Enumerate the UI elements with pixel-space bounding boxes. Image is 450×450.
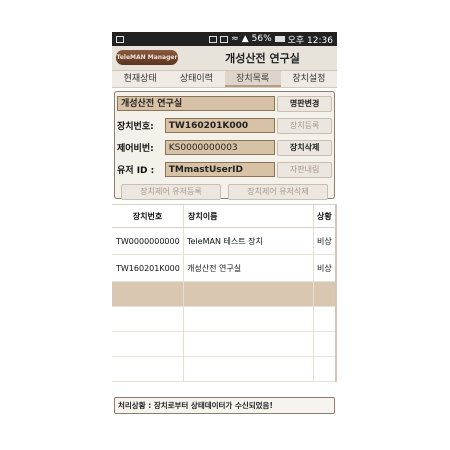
table-row-empty[interactable]	[112, 332, 337, 357]
header-device-name: 장치이름	[184, 205, 314, 227]
user-id-label: 유저 ID :	[117, 166, 155, 176]
tab-bar: 현재상태 상태이력 장치목록 장치설정	[112, 71, 337, 88]
image-icon	[116, 35, 124, 43]
table-row-empty[interactable]	[112, 307, 337, 332]
delete-device-button[interactable]: 장치삭제	[277, 139, 332, 156]
table-row[interactable]: TW0000000000 TeleMAN 테스트 장치 비상	[112, 228, 337, 255]
row-cell	[184, 307, 314, 331]
tab-device-list[interactable]: 장치목록	[224, 71, 281, 87]
battery-icon	[274, 36, 285, 42]
device-table: 장치번호 장치이름 상황 TW0000000000 TeleMAN 테스트 장치…	[112, 204, 337, 382]
row-cell	[314, 307, 337, 331]
tab-current-status[interactable]: 현재상태	[112, 71, 168, 87]
device-no-label: 장치번호:	[117, 122, 154, 132]
control-pw-field[interactable]: KS0000000003	[164, 140, 276, 155]
row-state: 비상	[317, 263, 332, 273]
page-title: 개성산전 연구실	[225, 52, 300, 65]
delete-user-button[interactable]: 장치제어 유저삭제	[228, 183, 328, 200]
app-logo[interactable]: TeleMAN Manager	[116, 50, 178, 65]
header-state: 상황	[317, 211, 332, 221]
row-device-no: TW0000000000	[112, 228, 184, 254]
status-bar: ≈ ▲ 56% 오후 12:36	[112, 32, 337, 46]
row-device-name: TeleMAN 테스트 장치	[184, 228, 314, 254]
rename-button[interactable]: 명판변경	[277, 95, 332, 112]
device-form-panel: 개성산전 연구실 명판변경 장치번호: TW160201K000 장치등록 제어…	[114, 91, 335, 200]
user-id-field[interactable]: TMmastUserID	[164, 162, 276, 177]
wifi-icon: ≈	[231, 34, 239, 44]
table-row-empty[interactable]	[112, 357, 337, 382]
signal-icon: ▲	[241, 34, 249, 44]
control-pw-label: 제어비번:	[117, 144, 154, 154]
tab-status-history[interactable]: 상태이력	[168, 71, 224, 87]
table-row-selected[interactable]	[112, 282, 337, 307]
battery-percent: 56%	[251, 34, 272, 44]
self-button[interactable]: 자판내림	[277, 161, 332, 178]
tab-device-settings[interactable]: 장치설정	[281, 71, 337, 87]
clock: 오후 12:36	[287, 35, 333, 46]
row-cell	[314, 332, 337, 356]
row-cell	[314, 357, 337, 381]
row-cell	[314, 282, 337, 306]
row-device-name: 개성산전 연구실	[184, 255, 314, 281]
register-device-button[interactable]: 장치등록	[277, 117, 332, 134]
row-device-no: TW160201K000	[112, 255, 184, 281]
row-cell	[112, 357, 184, 381]
device-name-field[interactable]: 개성산전 연구실	[117, 96, 276, 111]
phone-screen: ≈ ▲ 56% 오후 12:36 TeleMAN Manager 개성산전 연구…	[112, 32, 337, 415]
title-bar: TeleMAN Manager 개성산전 연구실	[112, 46, 337, 71]
row-cell	[112, 282, 184, 306]
row-state: 비상	[317, 236, 332, 246]
row-cell	[184, 332, 314, 356]
status-message: 처리상황 : 장치로부터 상태데이터가 수신되었음!	[114, 397, 335, 414]
table-header: 장치번호 장치이름 상황	[112, 204, 337, 228]
row-cell	[112, 307, 184, 331]
cast-icon	[220, 35, 229, 43]
table-row[interactable]: TW160201K000 개성산전 연구실 비상	[112, 255, 337, 282]
register-user-button[interactable]: 장치제어 유저등록	[121, 183, 221, 200]
device-no-field[interactable]: TW160201K000	[164, 118, 276, 133]
row-cell	[112, 332, 184, 356]
header-device-no: 장치번호	[112, 205, 184, 227]
row-cell	[184, 282, 314, 306]
table-scrollbar[interactable]	[335, 204, 337, 382]
row-cell	[184, 357, 314, 381]
vibrate-icon	[209, 35, 218, 43]
